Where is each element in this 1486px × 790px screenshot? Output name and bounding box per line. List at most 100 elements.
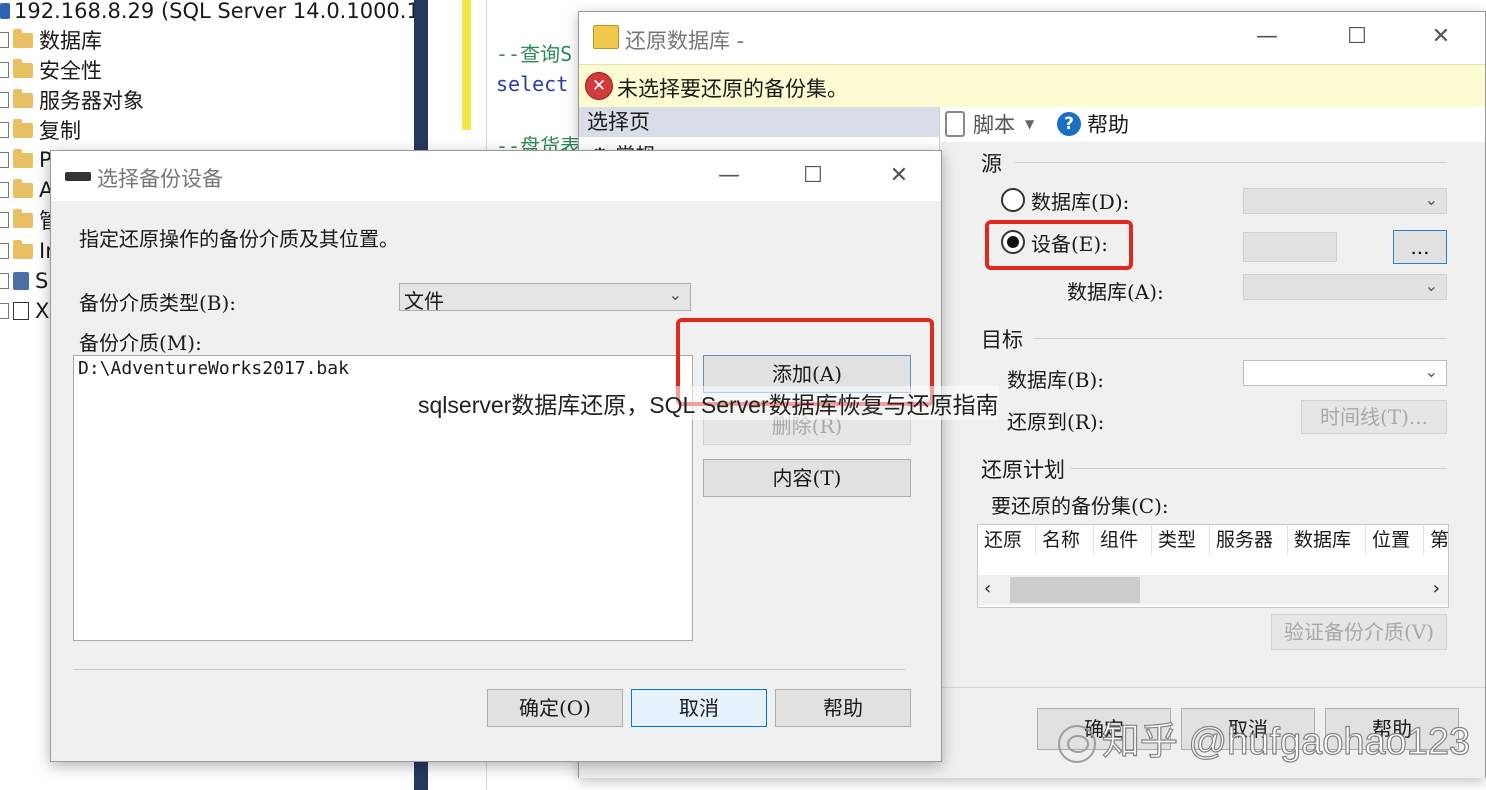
folder-icon xyxy=(13,58,33,78)
backup-sets-grid[interactable]: 还原 名称 组件 类型 服务器 数据库 位置 第 ‹ › xyxy=(977,524,1449,608)
section-divider xyxy=(1033,338,1447,339)
column-header[interactable]: 类型 xyxy=(1152,525,1210,555)
folder-icon xyxy=(13,178,33,198)
horizontal-scrollbar[interactable]: ‹ › xyxy=(978,575,1448,605)
change-indicator xyxy=(462,0,471,130)
folder-icon xyxy=(13,208,33,228)
help-label: 帮助 xyxy=(1087,113,1129,137)
media-type-value: 文件 xyxy=(404,289,444,313)
scroll-right-icon[interactable]: › xyxy=(1433,578,1440,599)
restore-title-bar: 还原数据库 - — ☐ ✕ xyxy=(579,12,1485,64)
contents-button[interactable]: 内容(T) xyxy=(703,459,911,497)
expand-icon[interactable] xyxy=(0,32,9,48)
backup-device-icon xyxy=(65,172,91,181)
code-line-comment: --查询S xyxy=(496,42,573,66)
error-icon: ✕ xyxy=(585,72,613,100)
script-label: 脚本 xyxy=(973,113,1015,137)
maximize-icon[interactable]: ☐ xyxy=(1337,24,1377,49)
restore-dialog-title: 还原数据库 - xyxy=(625,29,745,53)
folder-icon xyxy=(13,88,33,108)
tree-node-label: X xyxy=(35,299,50,323)
tree-node-s[interactable]: S xyxy=(0,266,48,296)
watermark-text: 知乎 @hufgaohao123 xyxy=(1101,720,1471,763)
tree-node-label: 复制 xyxy=(39,119,81,143)
expand-icon[interactable] xyxy=(0,92,9,108)
source-db-label: 数据库(A): xyxy=(1067,280,1164,304)
expand-icon[interactable] xyxy=(0,62,9,78)
close-icon[interactable]: ✕ xyxy=(879,163,919,188)
restore-toolbar: 脚本 ▼ ? 帮助 xyxy=(941,107,1485,141)
folder-icon xyxy=(13,239,33,259)
tree-node-label: 数据库 xyxy=(39,29,102,53)
timeline-button[interactable]: 时间线(T)... xyxy=(1301,400,1447,434)
column-header[interactable]: 数据库 xyxy=(1288,525,1366,555)
source-database-select[interactable]: ⌄ xyxy=(1243,188,1447,214)
target-section-title: 目标 xyxy=(981,328,1023,352)
watermark: 知乎 @hufgaohao123 xyxy=(1058,710,1471,765)
tree-node-databases[interactable]: 数据库 xyxy=(0,25,102,55)
minimize-icon[interactable]: — xyxy=(709,163,749,188)
tree-node-security[interactable]: 安全性 xyxy=(0,55,102,85)
tree-node-label: 安全性 xyxy=(39,59,102,83)
verify-media-button[interactable]: 验证备份介质(V) xyxy=(1271,614,1447,650)
general-page: 源 数据库(D): ⌄ 设备(E): ... 数据库(A): ⌄ 目标 数据库(… xyxy=(941,142,1485,687)
select-page-header: 选择页 xyxy=(579,107,939,137)
media-type-select[interactable]: 文件 ⌄ xyxy=(399,283,691,313)
help-icon: ? xyxy=(1057,112,1081,136)
restore-to-label: 还原到(R): xyxy=(1007,410,1105,434)
close-icon[interactable]: ✕ xyxy=(1421,24,1461,49)
folder-icon xyxy=(13,28,33,48)
column-header[interactable]: 位置 xyxy=(1366,525,1424,555)
agent-icon xyxy=(13,272,29,290)
scroll-left-icon[interactable]: ‹ xyxy=(984,578,991,599)
restore-db-icon xyxy=(593,25,619,49)
expand-icon[interactable] xyxy=(0,122,9,138)
scrollbar-thumb[interactable] xyxy=(1010,577,1140,603)
column-header[interactable]: 名称 xyxy=(1036,525,1094,555)
column-header[interactable]: 服务器 xyxy=(1210,525,1288,555)
chevron-down-icon: ⌄ xyxy=(1424,276,1438,295)
expand-icon[interactable] xyxy=(0,182,9,198)
maximize-icon[interactable]: ☐ xyxy=(793,163,833,188)
tree-node-server-objects[interactable]: 服务器对象 xyxy=(0,85,144,115)
source-section-title: 源 xyxy=(981,152,1002,176)
backup-help-button[interactable]: 帮助 xyxy=(775,689,911,727)
column-header[interactable]: 组件 xyxy=(1094,525,1152,555)
server-icon xyxy=(0,3,10,19)
device-path-field[interactable] xyxy=(1243,232,1337,262)
tree-node-replication[interactable]: 复制 xyxy=(0,115,81,145)
source-database-radio[interactable] xyxy=(1001,188,1025,212)
tree-node-a[interactable]: A xyxy=(0,175,53,205)
tree-node-p[interactable]: P xyxy=(0,145,52,175)
browse-device-button[interactable]: ... xyxy=(1393,230,1447,264)
source-database-label: 数据库(D): xyxy=(1031,190,1130,214)
caption-overlay: sqlserver数据库还原，SQL Server数据库恢复与还原指南 xyxy=(418,386,999,420)
expand-icon[interactable] xyxy=(0,273,9,289)
error-message: 未选择要还原的备份集。 xyxy=(617,77,848,101)
script-button[interactable]: 脚本 ▼ xyxy=(945,109,1034,139)
source-db-select[interactable]: ⌄ xyxy=(1243,274,1447,300)
tree-node-x[interactable]: X xyxy=(0,296,49,326)
list-item[interactable]: D:\AdventureWorks2017.bak xyxy=(78,358,349,379)
target-database-select[interactable]: ⌄ xyxy=(1243,360,1447,386)
help-button[interactable]: ? 帮助 xyxy=(1057,109,1129,139)
backup-ok-button[interactable]: 确定(O) xyxy=(487,689,623,727)
expand-icon[interactable] xyxy=(0,303,9,319)
expand-icon[interactable] xyxy=(0,212,9,228)
section-divider xyxy=(1071,468,1447,469)
folder-icon xyxy=(13,118,33,138)
tree-server-node[interactable]: 192.168.8.29 (SQL Server 14.0.1000.16 xyxy=(0,0,433,26)
expand-icon[interactable] xyxy=(0,152,9,168)
minimize-icon[interactable]: — xyxy=(1247,24,1287,49)
target-database-label: 数据库(B): xyxy=(1007,368,1105,392)
watermark-logo-icon xyxy=(1058,724,1096,763)
column-header[interactable]: 第 xyxy=(1424,525,1448,555)
chevron-down-icon: ⌄ xyxy=(1424,362,1438,381)
instruction-text: 指定还原操作的备份介质及其位置。 xyxy=(79,227,399,251)
expand-icon[interactable] xyxy=(0,243,9,259)
backup-cancel-button[interactable]: 取消 xyxy=(631,689,767,727)
footer-separator xyxy=(73,669,905,670)
section-divider xyxy=(1015,162,1447,163)
column-header[interactable]: 还原 xyxy=(978,525,1036,555)
plan-section-title: 还原计划 xyxy=(981,458,1065,482)
